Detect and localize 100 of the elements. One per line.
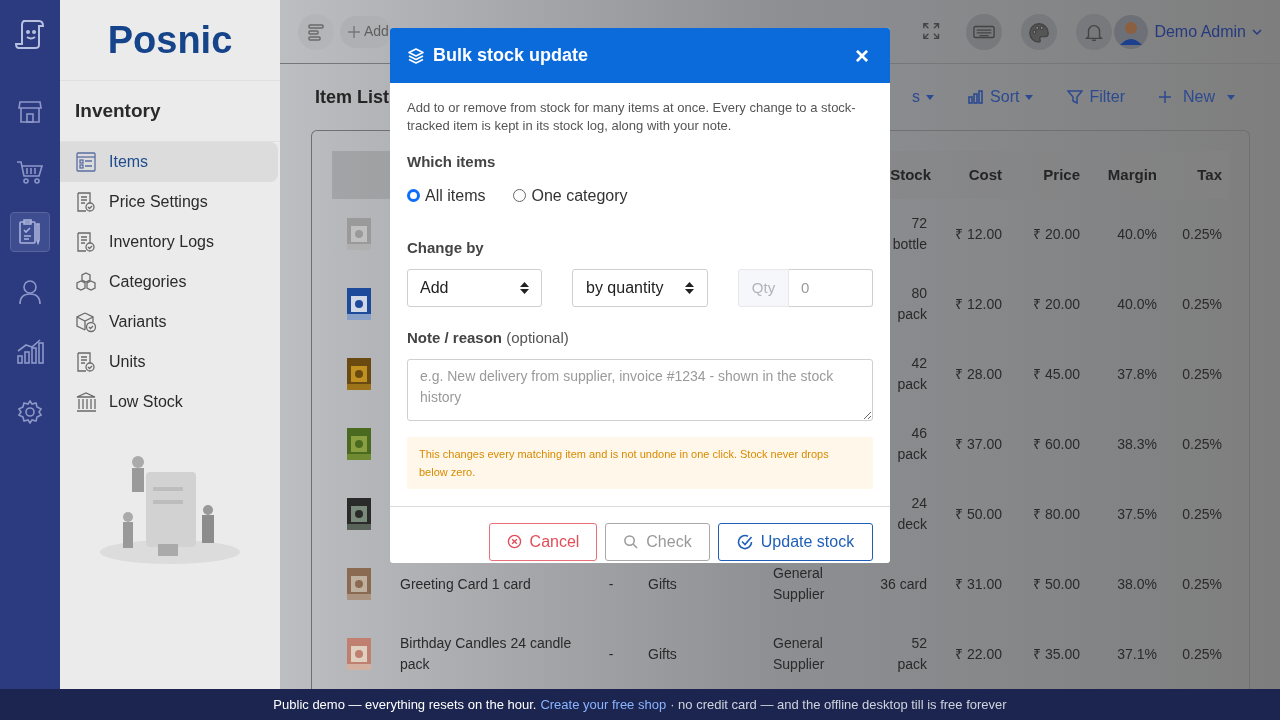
warning-message: This changes every matching item and is not undone in one click. Stock never drops below zero. [407, 436, 873, 489]
table-cell-text: General Supplier [772, 634, 826, 674]
menu-button[interactable] [298, 13, 334, 50]
sidebar-item[interactable]: Low Stock [60, 382, 278, 422]
qty-addon: Qty [738, 269, 789, 307]
page-title: Item List [315, 85, 389, 109]
table-cell-text: 72 bottle [891, 214, 928, 254]
table-cell-text: ₹ 31.00 [954, 574, 1003, 594]
doc-icon [75, 351, 97, 373]
table-cell-text: ₹ 35.00 [1032, 644, 1081, 664]
table-cell-text: - [607, 574, 615, 594]
column-header: Tax [1196, 164, 1223, 185]
table-cell-text: 42 pack [896, 354, 928, 394]
table-cell-text: ₹ 45.00 [1032, 364, 1081, 384]
palette-button[interactable] [1021, 13, 1058, 50]
table-cell-text: ₹ 37.00 [954, 434, 1003, 454]
radio-option[interactable]: All items [407, 183, 486, 208]
qty-input[interactable]: 0 [789, 269, 873, 307]
updown-icon [685, 282, 694, 294]
sidebar-item[interactable]: Categories [60, 262, 278, 302]
field-label: Change by [407, 237, 485, 258]
store-icon[interactable] [17, 99, 43, 125]
dialog-title: Bulk stock update [433, 44, 589, 67]
table-cell-text: ₹ 20.00 [1032, 224, 1081, 244]
table-cell-text: - [607, 644, 615, 664]
table-cell-text: ₹ 12.00 [954, 294, 1003, 314]
settings-icon[interactable] [18, 400, 42, 424]
note-field[interactable]: e.g. New delivery from supplier, invoice #1234 - shown in the stock history [407, 358, 873, 421]
table-cell-text: 38.0% [1116, 574, 1158, 594]
cancel-button[interactable]: Cancel [489, 522, 597, 561]
table-cell-text: 0.25% [1181, 574, 1223, 594]
table-cell-text: ₹ 20.00 [1032, 294, 1081, 314]
sidebar-item[interactable]: Inventory Logs [60, 222, 278, 262]
table-cell-text: 40.0% [1116, 224, 1158, 244]
action-select[interactable]: Add [407, 269, 542, 307]
table-cell-text: Greeting Card 1 card [399, 574, 532, 594]
table-cell-text: ₹ 60.00 [1032, 434, 1081, 454]
field-label: Note / reason (optional) [407, 328, 570, 348]
radio-button[interactable] [513, 189, 527, 202]
caret-icon [1252, 27, 1262, 36]
sidebar-item[interactable]: Variants [60, 302, 278, 342]
caret-icon [1025, 94, 1034, 100]
column-header: Price [1042, 164, 1081, 185]
table-cell-text: 0.25% [1181, 644, 1223, 664]
sidebar-item[interactable]: Price Settings [60, 182, 278, 222]
brand-logo: Posnic [107, 17, 233, 63]
updown-icon [520, 282, 529, 294]
table-cell-text: 37.5% [1116, 504, 1158, 524]
table-cell-text: General Supplier [772, 564, 826, 604]
table-cell-text: 36 card [879, 574, 928, 594]
boxes-icon [75, 271, 97, 293]
person-icon[interactable] [18, 279, 42, 305]
table-cell-text: 0.25% [1181, 224, 1223, 244]
column-header: Cost [967, 164, 1003, 185]
table-cell-text: Gifts [647, 644, 678, 664]
layers-icon [407, 46, 425, 65]
table-cell-text: ₹ 50.00 [954, 504, 1003, 524]
signup-link[interactable]: Create your free shop [540, 694, 667, 715]
bell-button[interactable] [1076, 13, 1113, 50]
palette-icon [1028, 20, 1051, 43]
column-header: Stock [889, 164, 931, 185]
table-cell-text: Birthday Candles 24 candle pack [399, 634, 573, 674]
table-cell-text: ₹ 80.00 [1032, 504, 1081, 524]
dialog-description: Add to or remove from stock for many items at once. Every change to a stock-tracked item is kept in its stock log, along with your note. [407, 99, 857, 135]
scroll-icon [13, 17, 47, 51]
filter-icon [1067, 89, 1084, 106]
banner-text: Public demo — everything resets on the hour. [273, 695, 537, 714]
table-cell-text: 0.25% [1181, 294, 1223, 314]
keyboard-button[interactable] [966, 13, 1003, 50]
cart-icon[interactable] [16, 159, 44, 185]
table-cell-text: 0.25% [1181, 504, 1223, 524]
sidebar-item[interactable]: Units [60, 342, 278, 382]
caret-icon [1227, 94, 1235, 100]
column-header: Margin [1106, 164, 1158, 185]
sidebar-item[interactable]: Items [60, 142, 278, 182]
bar-chart-icon[interactable] [16, 339, 44, 365]
table-cell-text: 0.25% [1181, 434, 1223, 454]
table-cell-text: ₹ 22.00 [954, 644, 1003, 664]
list-icon [75, 151, 97, 173]
avatar-icon [1114, 14, 1149, 49]
doc-icon [75, 231, 97, 253]
table-cell-text: 38.3% [1116, 434, 1158, 454]
table-cell-text: 37.8% [1116, 364, 1158, 384]
table-cell-text: ₹ 12.00 [954, 224, 1003, 244]
close-button[interactable]: × [855, 43, 869, 68]
field-label: Which items [407, 152, 497, 172]
radio-button[interactable] [407, 189, 420, 202]
bank-icon [75, 391, 97, 413]
clipboard-icon[interactable] [17, 218, 43, 246]
sidebar-heading: Inventory [75, 98, 161, 123]
table-cell-text: 37.1% [1116, 644, 1158, 664]
radio-option[interactable]: One category [513, 183, 628, 208]
plus-icon [348, 25, 360, 38]
mode-select[interactable]: by quantity [572, 269, 708, 307]
table-cell-text: 0.25% [1181, 364, 1223, 384]
table-cell-text: 24 deck [896, 494, 928, 534]
table-cell-text: ₹ 50.00 [1032, 574, 1081, 594]
table-cell-text: 40.0% [1116, 294, 1158, 314]
caret-icon [926, 94, 935, 100]
update-button[interactable]: Update stock [718, 522, 873, 561]
